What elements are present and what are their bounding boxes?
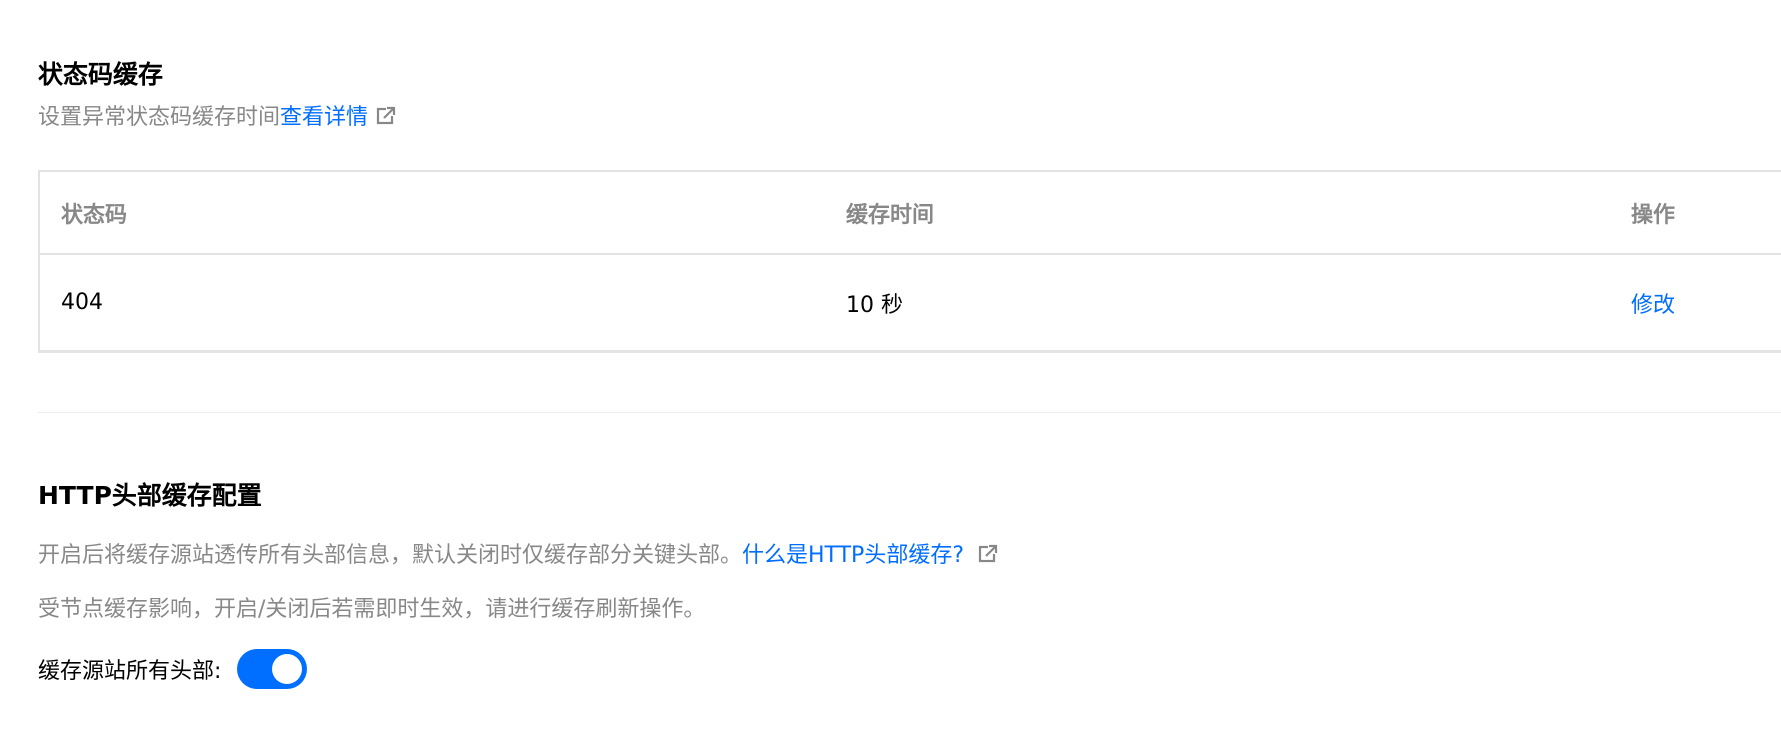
http-header-cache-description-text: 开启后将缓存源站透传所有头部信息，默认关闭时仅缓存部分关键头部。 (38, 543, 743, 568)
view-details-link[interactable]: 查看详情 (280, 105, 368, 130)
status-code-cell: 404 (61, 290, 103, 315)
http-header-cache-description: 开启后将缓存源站透传所有头部信息，默认关闭时仅缓存部分关键头部。什么是HTTP头… (38, 544, 998, 567)
table-row: 404 10 秒 修改 (40, 255, 1781, 350)
cache-all-headers-setting: 缓存源站所有头部: (38, 647, 308, 691)
status-code-table: 状态码 缓存时间 操作 404 10 秒 修改 (38, 170, 1781, 353)
status-code-cache-description: 设置异常状态码缓存时间查看详情 (38, 106, 396, 129)
section-divider (38, 412, 1781, 413)
modify-link[interactable]: 修改 (1631, 287, 1675, 319)
external-link-icon[interactable] (376, 106, 396, 126)
cache-refresh-note: 受节点缓存影响，开启/关闭后若需即时生效，请进行缓存刷新操作。 (38, 597, 706, 622)
status-code-cache-description-text: 设置异常状态码缓存时间 (38, 105, 281, 130)
what-is-http-header-cache-link[interactable]: 什么是HTTP头部缓存? (742, 543, 964, 568)
cache-time-cell: 10 秒 (846, 292, 903, 318)
cache-all-headers-label: 缓存源站所有头部: (38, 659, 222, 684)
cache-all-headers-toggle[interactable] (237, 649, 308, 689)
http-header-cache-title: HTTP头部缓存配置 (38, 481, 262, 510)
external-link-icon[interactable] (978, 544, 998, 564)
status-code-cache-title: 状态码缓存 (38, 60, 164, 89)
toggle-knob (272, 654, 303, 684)
column-header-cache-time: 缓存时间 (846, 202, 935, 228)
table-header-row: 状态码 缓存时间 操作 (40, 172, 1781, 255)
column-header-action: 操作 (1631, 202, 1676, 228)
column-header-status-code: 状态码 (61, 202, 128, 228)
